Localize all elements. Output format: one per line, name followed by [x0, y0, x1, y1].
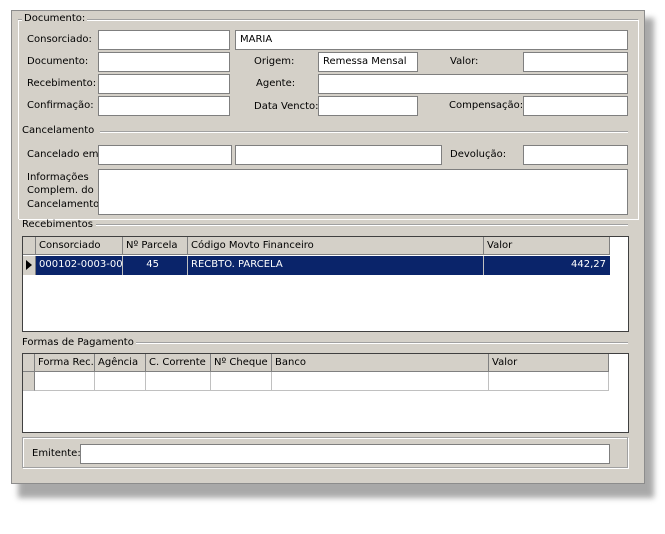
cell-agencia[interactable] — [95, 372, 146, 391]
cancelado-em-field[interactable] — [98, 145, 232, 165]
origem-label: Origem: — [254, 56, 295, 67]
confirmacao-field[interactable] — [98, 96, 230, 116]
documento-group-title: Documento: — [22, 13, 88, 25]
consorciado-code-field[interactable] — [98, 30, 230, 50]
consorciado-label: Consorciado: — [27, 34, 92, 45]
documento-field[interactable] — [98, 52, 230, 72]
info-complem-textarea[interactable] — [98, 169, 628, 215]
recebimento-label: Recebimento: — [27, 78, 97, 89]
info-complem-label-3: Cancelamento: — [27, 199, 103, 210]
col-header-banco[interactable]: Banco — [272, 354, 489, 372]
consorciado-name-field[interactable]: MARIA — [235, 30, 628, 50]
cancelado-em-label: Cancelado em: — [27, 149, 102, 160]
cell-parcela[interactable]: 45 — [123, 256, 188, 275]
formas-pagamento-separator — [136, 342, 628, 344]
cell-valor-pagto[interactable] — [489, 372, 609, 391]
cell-banco[interactable] — [272, 372, 489, 391]
table-row[interactable] — [23, 372, 609, 391]
valor-label: Valor: — [450, 56, 479, 67]
col-header-agencia[interactable]: Agência — [95, 354, 146, 372]
cell-num-cheque[interactable] — [211, 372, 272, 391]
info-complem-label-2: Complem. do — [27, 185, 94, 196]
confirmacao-label: Confirmação: — [27, 100, 94, 111]
data-vencto-field[interactable] — [318, 96, 418, 116]
emitente-field[interactable] — [80, 444, 610, 464]
col-header-parcela[interactable]: Nº Parcela — [123, 237, 188, 255]
cancelado-por-field[interactable] — [235, 145, 442, 165]
col-header-valor[interactable]: Valor — [484, 237, 610, 255]
devolucao-field[interactable] — [523, 145, 628, 165]
data-vencto-label: Data Vencto: — [254, 101, 319, 112]
cell-c-corrente[interactable] — [146, 372, 211, 391]
row-indicator — [23, 372, 35, 391]
formas-pagamento-title: Formas de Pagamento — [22, 337, 134, 348]
col-header-num-cheque[interactable]: Nº Cheque — [211, 354, 272, 372]
row-pointer-icon — [26, 260, 32, 270]
recebimentos-grid: Consorciado Nº Parcela Código Movto Fina… — [22, 236, 629, 332]
compensacao-label: Compensação: — [449, 100, 524, 111]
origem-field[interactable]: Remessa Mensal — [318, 52, 418, 72]
documento-label: Documento: — [27, 56, 89, 67]
formas-pagamento-grid: Forma Rec. Agência C. Corrente Nº Cheque… — [22, 353, 629, 433]
cell-forma-rec[interactable] — [35, 372, 95, 391]
valor-field[interactable] — [523, 52, 628, 72]
recebimentos-separator — [96, 224, 628, 226]
agente-label: Agente: — [256, 78, 296, 89]
col-header-consorciado[interactable]: Consorciado — [36, 237, 123, 255]
cancelamento-separator — [100, 131, 628, 133]
recebimentos-title: Recebimentos — [22, 219, 93, 230]
col-header-codigo-movto[interactable]: Código Movto Financeiro — [188, 237, 484, 255]
col-header-valor-pagto[interactable]: Valor — [489, 354, 609, 372]
cell-valor[interactable]: 442,27 — [484, 256, 610, 275]
recebimento-field[interactable] — [98, 74, 230, 94]
recebimentos-indicator-header — [23, 237, 36, 255]
table-row[interactable]: 000102-0003-00 45 RECBTO. PARCELA 442,27 — [23, 256, 611, 275]
col-header-c-corrente[interactable]: C. Corrente — [146, 354, 211, 372]
info-complem-label-1: Informações — [27, 172, 89, 183]
compensacao-field[interactable] — [523, 96, 628, 116]
cancelamento-title: Cancelamento — [22, 125, 95, 136]
devolucao-label: Devolução: — [450, 149, 507, 160]
cell-codigo-movto[interactable]: RECBTO. PARCELA — [188, 256, 484, 275]
emitente-label: Emitente: — [32, 448, 81, 459]
receipt-detail-window: Documento: Consorciado: MARIA Documento:… — [11, 10, 645, 484]
row-indicator — [23, 256, 36, 275]
cell-consorciado[interactable]: 000102-0003-00 — [36, 256, 123, 275]
formas-indicator-header — [23, 354, 35, 372]
agente-field[interactable] — [318, 74, 628, 94]
col-header-forma-rec[interactable]: Forma Rec. — [35, 354, 95, 372]
